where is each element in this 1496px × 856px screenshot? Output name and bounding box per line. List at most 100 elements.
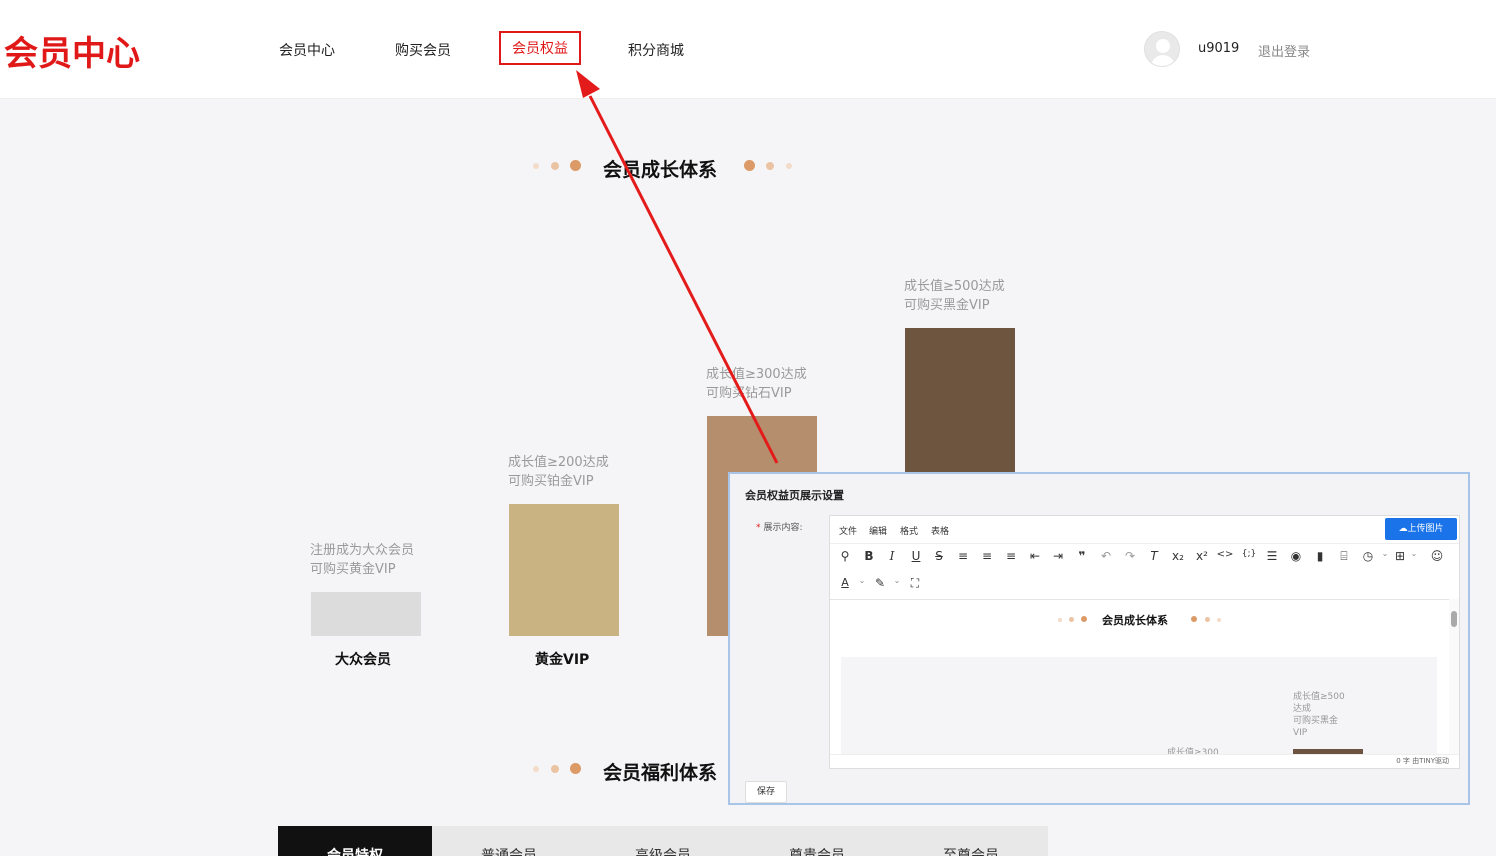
- title-dot-decoration: [551, 162, 559, 170]
- title-dot-decoration: [570, 763, 581, 774]
- tier-caption-line: 成长值≥300达成: [706, 367, 807, 382]
- preview-caption-line: 可购买黑金: [1293, 716, 1339, 726]
- preview-dot-decoration: [1205, 617, 1210, 622]
- tier-caption-line: 注册成为大众会员: [310, 543, 415, 558]
- upload-image-button[interactable]: ☁上传图片: [1385, 518, 1457, 540]
- editor-toolbar-row-1: ⚲ B I U S ≡ ≡ ≡ ⇤ ⇥ ❞ ↶ ↷ T x₂ x² <> {;}…: [830, 544, 1459, 571]
- tier-bar-basic: [311, 592, 421, 636]
- strikethrough-icon[interactable]: S: [930, 549, 948, 563]
- clear-format-icon[interactable]: T: [1145, 549, 1163, 563]
- tier-caption-line: 可购买黑金VIP: [904, 298, 990, 313]
- tier-bar-gold: [509, 504, 619, 636]
- tier-caption-line: 可购买铂金VIP: [508, 474, 594, 489]
- header: 会员中心 会员中心 购买会员 会员权益 积分商城 u9019 退出登录: [0, 0, 1496, 99]
- code-icon[interactable]: <>: [1216, 549, 1234, 560]
- tier-caption-line: 成长值≥200达成: [508, 455, 609, 470]
- editor-content[interactable]: 会员成长体系 成长值≥500 达成 可购买黑金 VIP 成长值≥300: [830, 599, 1459, 755]
- redo-icon[interactable]: ↷: [1121, 549, 1139, 563]
- menu-table[interactable]: 表格: [931, 524, 949, 537]
- preview-dot-decoration: [1081, 616, 1087, 622]
- nav-points-mall[interactable]: 积分商城: [628, 40, 684, 60]
- blockquote-icon[interactable]: ❞: [1073, 549, 1091, 563]
- editor-toolbar-row-2: A ⌄ ✎ ⌄ ⛶: [830, 571, 1459, 598]
- indent-icon[interactable]: ⇥: [1049, 549, 1067, 563]
- tier-caption: 成长值≥200达成 可购买铂金VIP: [508, 453, 609, 491]
- preview-caption-line: 成长值≥500: [1293, 692, 1345, 702]
- tab-advanced-member[interactable]: 高级会员: [586, 826, 740, 856]
- align-center-icon[interactable]: ≡: [978, 549, 996, 563]
- avatar-head-icon: [1156, 39, 1170, 53]
- save-button[interactable]: 保存: [745, 781, 787, 803]
- title-dot-decoration: [766, 162, 774, 170]
- menu-edit[interactable]: 编辑: [869, 524, 887, 537]
- italic-icon[interactable]: I: [883, 549, 901, 563]
- growth-section-title: 会员成长体系: [603, 159, 718, 181]
- editor-scrollbar[interactable]: [1449, 599, 1459, 755]
- underline-icon[interactable]: U: [907, 549, 925, 563]
- page-break-icon[interactable]: ⌸: [1335, 549, 1353, 564]
- preview-caption-line: VIP: [1293, 728, 1308, 738]
- preview-dot-decoration: [1058, 618, 1062, 622]
- logout-link[interactable]: 退出登录: [1258, 41, 1310, 60]
- undo-icon[interactable]: ↶: [1097, 549, 1115, 563]
- content-label: * 展示内容:: [756, 520, 803, 533]
- tier-caption: 成长值≥300达成 可购买钻石VIP: [706, 365, 807, 403]
- emoji-icon[interactable]: ☺: [1428, 549, 1446, 563]
- tab-premium-member[interactable]: 尊贵会员: [740, 826, 894, 856]
- search-icon[interactable]: ⚲: [836, 549, 854, 563]
- settings-dialog: 会员权益页展示设置 * 展示内容: 文件 编辑 格式 表格 ☁上传图片 ⚲ B I…: [728, 472, 1470, 805]
- preview-panel: 成长值≥500 达成 可购买黑金 VIP 成长值≥300: [841, 657, 1437, 755]
- bookmark-icon[interactable]: ▮: [1311, 549, 1329, 563]
- chevron-down-icon[interactable]: ⌄: [1405, 549, 1423, 558]
- tab-regular-member[interactable]: 普通会员: [432, 826, 586, 856]
- editor-statusbar: 0 字 由TINY驱动: [830, 754, 1459, 768]
- preview-eye-icon[interactable]: ◉: [1287, 549, 1305, 563]
- menu-format[interactable]: 格式: [900, 524, 918, 537]
- title-dot-decoration: [570, 160, 581, 171]
- tier-caption: 注册成为大众会员 可购买黄金VIP: [310, 541, 414, 579]
- superscript-icon[interactable]: x²: [1193, 549, 1211, 563]
- tier-caption: 成长值≥500达成 可购买黑金VIP: [904, 277, 1005, 315]
- logo[interactable]: 会员中心: [4, 26, 140, 75]
- text-color-icon[interactable]: A: [836, 576, 854, 589]
- fullscreen-icon[interactable]: ⛶: [906, 576, 924, 591]
- preview-caption: 成长值≥500 达成 可购买黑金 VIP: [1293, 691, 1345, 739]
- tab-supreme-member[interactable]: 至尊会员: [894, 826, 1048, 856]
- nav-member-center[interactable]: 会员中心: [279, 40, 335, 60]
- username[interactable]: u9019: [1198, 41, 1239, 56]
- tab-member-privilege[interactable]: 会员特权: [278, 826, 432, 856]
- dialog-title: 会员权益页展示设置: [745, 489, 844, 502]
- numbered-list-icon[interactable]: ☰: [1263, 549, 1281, 563]
- rich-text-editor[interactable]: 文件 编辑 格式 表格 ☁上传图片 ⚲ B I U S ≡ ≡ ≡ ⇤ ⇥ ❞ …: [829, 515, 1460, 769]
- tier-label: 黄金VIP: [535, 652, 590, 668]
- tier-caption-line: 成长值≥500达成: [904, 279, 1005, 294]
- preview-dot-decoration: [1217, 618, 1221, 622]
- tier-label: 大众会员: [335, 652, 391, 668]
- content-label-text: 展示内容:: [763, 523, 803, 533]
- outdent-icon[interactable]: ⇤: [1026, 549, 1044, 563]
- editor-menubar: 文件 编辑 格式 表格 ☁上传图片: [830, 516, 1459, 544]
- bold-icon[interactable]: B: [860, 549, 878, 563]
- clock-icon[interactable]: ◷: [1359, 549, 1377, 563]
- preview-dot-decoration: [1069, 617, 1074, 622]
- avatar-body-icon: [1151, 55, 1175, 66]
- chevron-down-icon[interactable]: ⌄: [853, 576, 871, 585]
- title-dot-decoration: [551, 765, 559, 773]
- nav-member-rights[interactable]: 会员权益: [499, 31, 581, 65]
- scrollbar-thumb[interactable]: [1451, 611, 1457, 627]
- subscript-icon[interactable]: x₂: [1169, 549, 1187, 563]
- tier-caption-line: 可购买黄金VIP: [310, 562, 396, 577]
- avatar[interactable]: [1144, 31, 1180, 67]
- code-sample-icon[interactable]: {;}: [1240, 549, 1258, 559]
- title-dot-decoration: [533, 766, 539, 772]
- align-left-icon[interactable]: ≡: [954, 549, 972, 563]
- nav-buy-membership[interactable]: 购买会员: [395, 40, 451, 60]
- preview-dot-decoration: [1191, 616, 1197, 622]
- menu-file[interactable]: 文件: [839, 524, 857, 537]
- preview-caption-line: 达成: [1293, 704, 1312, 714]
- tier-caption-line: 可购买钻石VIP: [706, 386, 792, 401]
- highlight-icon[interactable]: ✎: [871, 576, 889, 590]
- chevron-down-icon[interactable]: ⌄: [888, 576, 906, 585]
- upload-image-label: 上传图片: [1407, 524, 1444, 534]
- align-right-icon[interactable]: ≡: [1002, 549, 1020, 563]
